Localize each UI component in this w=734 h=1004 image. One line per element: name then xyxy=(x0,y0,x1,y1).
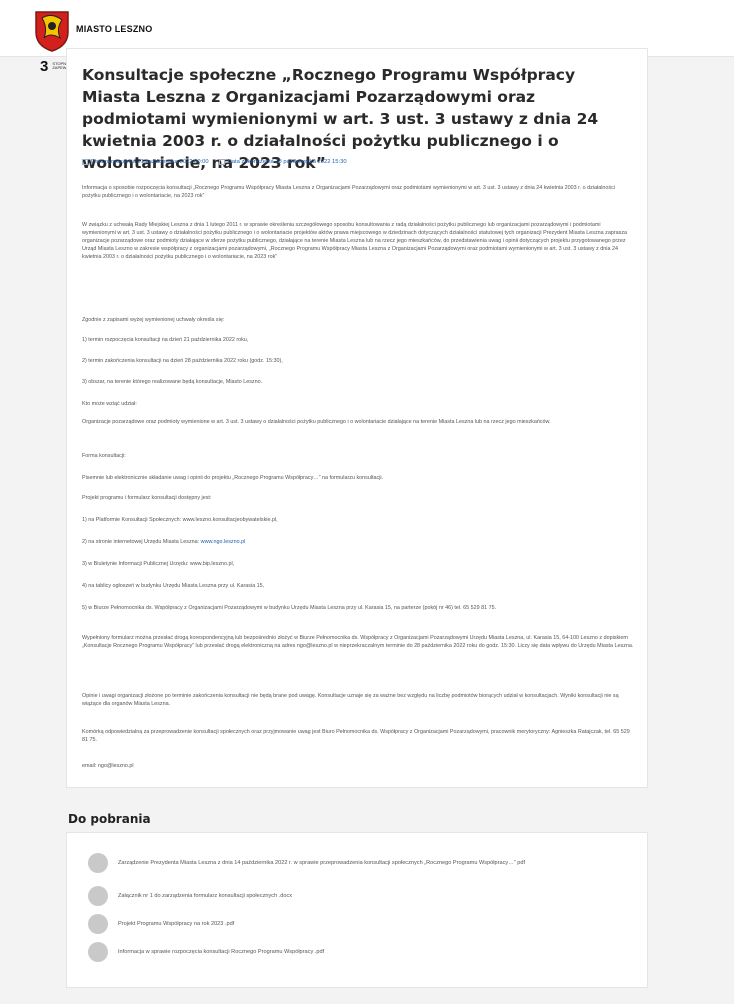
start-date: Data rozpoczęcia 21 października 2022 00… xyxy=(82,157,209,167)
paragraph: Organizacje pozarządowe oraz podmioty wy… xyxy=(82,419,551,425)
paragraph: Zgodnie z zapisami wyżej wymienionej uch… xyxy=(82,317,225,323)
download-label[interactable]: Projekt Programu Współpracy na rok 2023 … xyxy=(118,920,234,928)
paragraph-text: 2) na stronie internetowej Urzędu Miasta… xyxy=(82,539,200,545)
download-icon xyxy=(88,942,108,962)
calendar-icon xyxy=(82,159,88,165)
download-icon xyxy=(88,886,108,906)
start-date-text: Data rozpoczęcia 21 października 2022 00… xyxy=(91,159,209,165)
download-label[interactable]: Zarządzenie Prezydenta Miasta Leszna z d… xyxy=(118,859,525,867)
calendar-icon xyxy=(218,159,225,165)
accessibility-number: 3 xyxy=(40,57,49,75)
paragraph: 3) obszar, na terenie którego realizowan… xyxy=(82,379,263,385)
end-date-text: Data zakończenia 28 października 2022 15… xyxy=(227,159,347,165)
consultation-dates: Data rozpoczęcia 21 października 2022 00… xyxy=(82,157,634,167)
paragraph: 1) termin rozpoczęcia konsultacji na dzi… xyxy=(82,337,249,343)
paragraph: 5) w Biurze Pełnomocnika ds. Współpracy … xyxy=(82,605,497,611)
download-item[interactable]: Załącznik nr 1 do zarządzenia formularz … xyxy=(88,886,628,906)
city-logo[interactable] xyxy=(34,8,70,52)
paragraph: Projekt programu i formularz konsultacji… xyxy=(82,495,212,501)
paragraph-with-link: 2) na stronie internetowej Urzędu Miasta… xyxy=(82,538,634,546)
downloads-heading: Do pobrania xyxy=(68,812,151,826)
paragraph: Opinie i uwagi organizacji złożone po te… xyxy=(82,693,619,707)
paragraph: Forma konsultacji: xyxy=(82,453,126,459)
download-item[interactable]: Projekt Programu Współpracy na rok 2023 … xyxy=(88,914,628,934)
ngo-link[interactable]: www.ngo.leszno.pl xyxy=(201,539,246,545)
paragraph: Kto może wziąć udział: xyxy=(82,401,137,407)
paragraph: 3) w Biuletynie Informacji Publicznej Ur… xyxy=(82,561,235,567)
download-label[interactable]: Informacja w sprawie rozpoczęcia konsult… xyxy=(118,948,324,956)
paragraph: Wypełniony formularz można przesłać drog… xyxy=(82,635,634,649)
download-item[interactable]: Informacja w sprawie rozpoczęcia konsult… xyxy=(88,942,628,962)
paragraph-intro: Informacja o sposobie rozpoczęcia konsul… xyxy=(82,185,616,199)
paragraph: Pisemnie lub elektronicznie składanie uw… xyxy=(82,475,384,481)
download-icon xyxy=(88,914,108,934)
paragraph: 1) na Platformie Konsultacji Społecznych… xyxy=(82,517,278,523)
paragraph: 4) na tablicy ogłoszeń w budynku Urzędu … xyxy=(82,583,265,589)
end-date: Data zakończenia 28 października 2022 15… xyxy=(218,157,347,167)
paragraph: 2) termin zakończenia konsultacji na dzi… xyxy=(82,358,283,364)
download-label[interactable]: Załącznik nr 1 do zarządzenia formularz … xyxy=(118,892,292,900)
download-item[interactable]: Zarządzenie Prezydenta Miasta Leszna z d… xyxy=(88,853,628,873)
paragraph-body: W związku z uchwałą Rady Miejskiej Leszn… xyxy=(82,222,628,260)
download-icon xyxy=(88,853,108,873)
paragraph-email: email: ngo@leszno.pl xyxy=(82,763,134,769)
paragraph: Komórką odpowiedzialną za przeprowadzeni… xyxy=(82,729,630,743)
brand-name[interactable]: MIASTO LESZNO xyxy=(76,24,152,34)
